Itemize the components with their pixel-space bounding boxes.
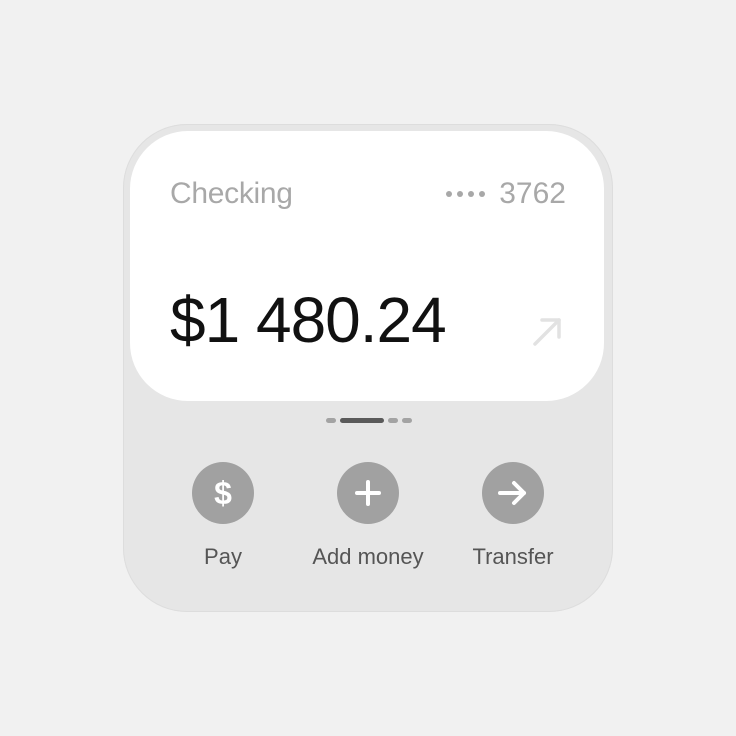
page-dot[interactable] [402,418,412,423]
pay-label: Pay [204,544,242,569]
transfer-label: Transfer [472,544,554,569]
plus-icon [355,480,381,506]
page-indicator[interactable] [326,418,412,423]
masked-digits [446,191,486,197]
add-money-icon-circle[interactable] [337,462,399,524]
account-balance: $1 480.24 [170,284,447,356]
dollar-icon: $ [214,475,232,511]
home-screen: Checking 3762 $1 480.24 $ Pay Add money … [0,0,736,736]
page-dot[interactable] [388,418,398,423]
account-number-masked: 3762 [446,177,566,211]
pay-icon-circle[interactable]: $ [192,462,254,524]
transfer-icon-circle[interactable] [482,462,544,524]
add-money-button[interactable]: Add money [298,462,438,570]
page-dot-active[interactable] [340,418,384,423]
arrow-right-icon [498,481,526,505]
page-dot[interactable] [326,418,336,423]
account-last4: 3762 [499,177,566,210]
pay-button[interactable]: $ Pay [153,462,293,570]
arrow-up-right-icon[interactable] [528,311,568,351]
checking-account-widget: Checking 3762 $1 480.24 $ Pay Add money … [123,124,613,612]
account-name: Checking [170,177,293,210]
transfer-button[interactable]: Transfer [443,462,583,570]
balance-card[interactable]: Checking 3762 $1 480.24 [130,131,604,401]
add-money-label: Add money [312,544,424,569]
